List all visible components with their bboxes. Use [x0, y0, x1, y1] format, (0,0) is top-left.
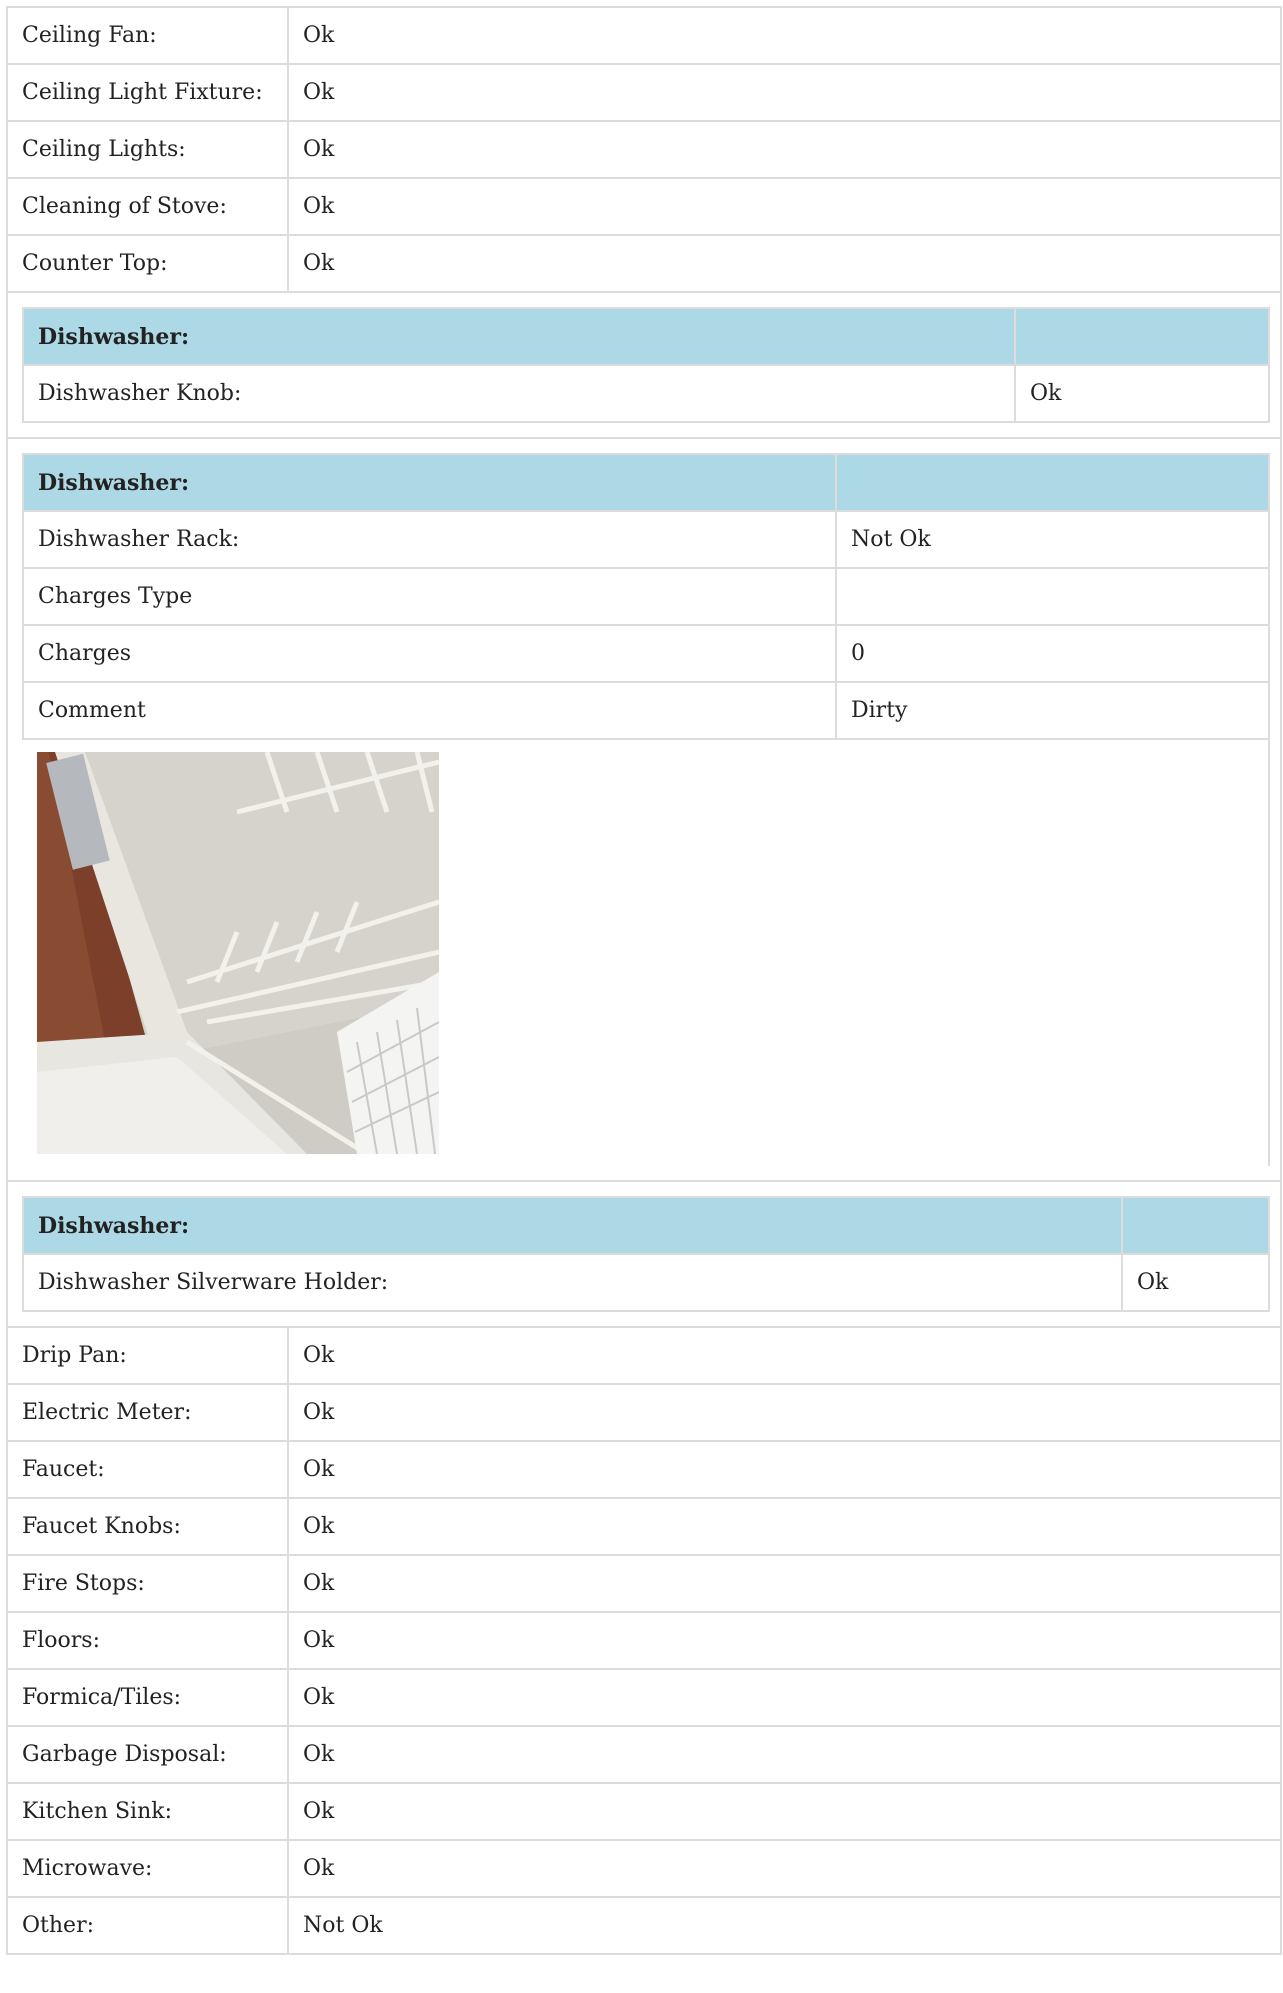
table-row: Electric Meter: Ok	[6, 1383, 1282, 1442]
table-row: Fire Stops: Ok	[6, 1554, 1282, 1613]
table-row: Microwave: Ok	[6, 1839, 1282, 1898]
section-header-row: Dishwasher:	[22, 307, 1270, 366]
table-row: Charges 0	[22, 624, 1270, 683]
section-header-row: Dishwasher:	[22, 453, 1270, 512]
item-value: Ok	[287, 120, 1282, 179]
table-row: Ceiling Lights: Ok	[6, 120, 1282, 179]
section-header: Dishwasher:	[22, 1196, 1123, 1255]
section-header-blank	[1121, 1196, 1270, 1255]
table-row: Cleaning of Stove: Ok	[6, 177, 1282, 236]
item-label: Dishwasher Knob:	[22, 364, 1016, 423]
item-value: Ok	[287, 1668, 1282, 1727]
item-label: Dishwasher Silverware Holder:	[22, 1253, 1123, 1312]
table-row: Faucet Knobs: Ok	[6, 1497, 1282, 1556]
item-value: Ok	[1014, 364, 1270, 423]
section-header: Dishwasher:	[22, 453, 837, 512]
item-value: Ok	[287, 1839, 1282, 1898]
table-row: Ceiling Light Fixture: Ok	[6, 63, 1282, 122]
table-row: Ceiling Fan: Ok	[6, 6, 1282, 65]
item-value: Ok	[287, 177, 1282, 236]
dishwasher-rack-photo-image	[37, 752, 439, 1154]
item-value: Ok	[287, 234, 1282, 293]
table-row: Formica/Tiles: Ok	[6, 1668, 1282, 1727]
table-row: Counter Top: Ok	[6, 234, 1282, 293]
item-value: Ok	[287, 1725, 1282, 1784]
table-row: Dishwasher Rack: Not Ok	[22, 510, 1270, 569]
item-value: Ok	[287, 1611, 1282, 1670]
charges-type-label: Charges Type	[22, 567, 837, 626]
item-label: Formica/Tiles:	[6, 1668, 289, 1727]
item-label: Kitchen Sink:	[6, 1782, 289, 1841]
table-row: Drip Pan: Ok	[6, 1326, 1282, 1385]
dishwasher-rack-photo[interactable]	[37, 752, 439, 1154]
section-header-row: Dishwasher:	[22, 1196, 1270, 1255]
section-header: Dishwasher:	[22, 307, 1016, 366]
comment-label: Comment	[22, 681, 837, 740]
item-label: Electric Meter:	[6, 1383, 289, 1442]
item-label: Ceiling Fan:	[6, 6, 289, 65]
item-value: Ok	[287, 1326, 1282, 1385]
section-header-blank	[835, 453, 1270, 512]
item-value: Not Ok	[835, 510, 1270, 569]
table-row: Faucet: Ok	[6, 1440, 1282, 1499]
table-row: Garbage Disposal: Ok	[6, 1725, 1282, 1784]
table-row: Floors: Ok	[6, 1611, 1282, 1670]
table-row: Dishwasher Knob: Ok	[22, 364, 1270, 423]
item-label: Floors:	[6, 1611, 289, 1670]
item-value: Ok	[287, 1782, 1282, 1841]
item-label: Drip Pan:	[6, 1326, 289, 1385]
inspection-table: Ceiling Fan: Ok Ceiling Light Fixture: O…	[6, 6, 1282, 1955]
table-row: Other: Not Ok	[6, 1896, 1282, 1955]
item-value: Ok	[287, 1497, 1282, 1556]
item-value: Ok	[1121, 1253, 1270, 1312]
item-label: Garbage Disposal:	[6, 1725, 289, 1784]
section-row-dishwasher-knob: Dishwasher: Dishwasher Knob: Ok	[6, 291, 1282, 439]
comment-value: Dirty	[835, 681, 1270, 740]
item-label: Microwave:	[6, 1839, 289, 1898]
item-label: Counter Top:	[6, 234, 289, 293]
table-row: Comment Dirty	[22, 681, 1270, 740]
item-value: Not Ok	[287, 1896, 1282, 1955]
item-value: Ok	[287, 6, 1282, 65]
item-value: Ok	[287, 1554, 1282, 1613]
table-row: Charges Type	[22, 567, 1270, 626]
item-label: Faucet Knobs:	[6, 1497, 289, 1556]
table-row: Kitchen Sink: Ok	[6, 1782, 1282, 1841]
item-label: Dishwasher Rack:	[22, 510, 837, 569]
item-label: Faucet:	[6, 1440, 289, 1499]
dishwasher-rack-table: Dishwasher: Dishwasher Rack: Not Ok Char…	[22, 453, 1270, 1166]
section-row-dishwasher-silverware: Dishwasher: Dishwasher Silverware Holder…	[6, 1180, 1282, 1328]
inspection-report: Ceiling Fan: Ok Ceiling Light Fixture: O…	[6, 6, 1282, 1955]
charges-label: Charges	[22, 624, 837, 683]
item-label: Fire Stops:	[6, 1554, 289, 1613]
photo-row	[23, 738, 1270, 1166]
item-value: Ok	[287, 1440, 1282, 1499]
charges-value: 0	[835, 624, 1270, 683]
item-value: Ok	[287, 63, 1282, 122]
section-row-dishwasher-rack: Dishwasher: Dishwasher Rack: Not Ok Char…	[6, 437, 1282, 1182]
item-label: Ceiling Lights:	[6, 120, 289, 179]
dishwasher-knob-table: Dishwasher: Dishwasher Knob: Ok	[22, 307, 1270, 423]
item-label: Other:	[6, 1896, 289, 1955]
item-value: Ok	[287, 1383, 1282, 1442]
table-row: Dishwasher Silverware Holder: Ok	[22, 1253, 1270, 1312]
item-label: Cleaning of Stove:	[6, 177, 289, 236]
dishwasher-silverware-table: Dishwasher: Dishwasher Silverware Holder…	[22, 1196, 1270, 1312]
item-label: Ceiling Light Fixture:	[6, 63, 289, 122]
charges-type-value	[835, 567, 1270, 626]
section-header-blank	[1014, 307, 1270, 366]
